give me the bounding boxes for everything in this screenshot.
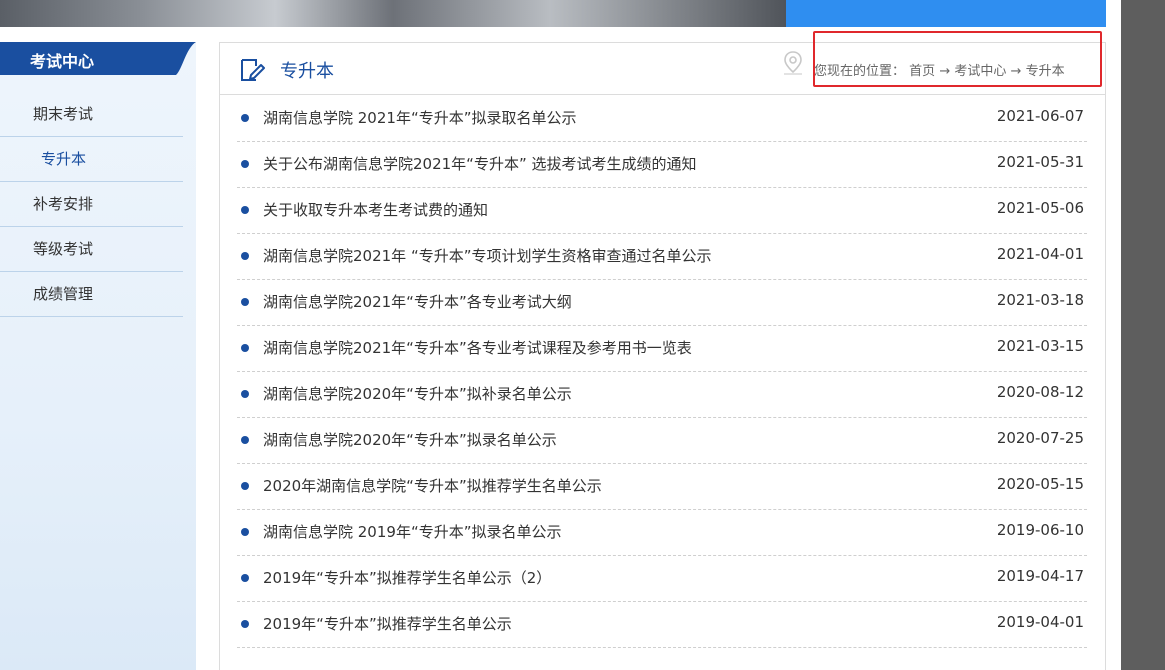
- edit-document-icon: [241, 59, 265, 81]
- page-title: 专升本: [280, 61, 334, 82]
- sidebar-item-upgrade[interactable]: 专升本: [0, 137, 183, 182]
- window-edge: [1121, 0, 1165, 670]
- list-item[interactable]: 关于公布湖南信息学院2021年“专升本” 选拔考试考生成绩的通知 2021-05-…: [237, 142, 1087, 188]
- list-item[interactable]: 湖南信息学院 2019年“专升本”拟录名单公示 2019-06-10: [237, 510, 1087, 556]
- bullet-dot-icon: [241, 206, 249, 214]
- news-title-link[interactable]: 2019年“专升本”拟推荐学生名单公示（2）: [263, 567, 551, 588]
- bullet-dot-icon: [241, 298, 249, 306]
- content-panel: 专升本 您现在的位置： 首页 → 考试中心 → 专升本 湖南信息学院 2021年…: [219, 31, 1106, 670]
- news-title-link[interactable]: 湖南信息学院2020年“专升本”拟录名单公示: [263, 429, 557, 450]
- sidebar-item-makeup-exam[interactable]: 补考安排: [0, 182, 183, 227]
- bullet-dot-icon: [241, 620, 249, 628]
- sidebar-header: 考试中心: [0, 42, 196, 75]
- bullet-dot-icon: [241, 344, 249, 352]
- right-margin: [1106, 0, 1121, 670]
- news-date: 2021-04-01: [996, 245, 1084, 263]
- news-date: 2021-06-07: [996, 107, 1084, 125]
- news-date: 2021-05-06: [996, 199, 1084, 217]
- news-title-link[interactable]: 2020年湖南信息学院“专升本”拟推荐学生名单公示: [263, 475, 602, 496]
- header-banner-blue: [786, 0, 1106, 27]
- news-title-link[interactable]: 湖南信息学院2021年“专升本”各专业考试大纲: [263, 291, 572, 312]
- list-item[interactable]: 湖南信息学院2020年“专升本”拟补录名单公示 2020-08-12: [237, 372, 1087, 418]
- news-date: 2021-05-31: [996, 153, 1084, 171]
- list-item[interactable]: 湖南信息学院2021年“专升本”各专业考试大纲 2021-03-18: [237, 280, 1087, 326]
- bullet-dot-icon: [241, 390, 249, 398]
- news-date: 2019-04-01: [996, 613, 1084, 631]
- bullet-dot-icon: [241, 574, 249, 582]
- list-item[interactable]: 湖南信息学院2021年 “专升本”专项计划学生资格审查通过名单公示 2021-04…: [237, 234, 1087, 280]
- location-pin-icon: [784, 51, 802, 75]
- sidebar-item-level-exam[interactable]: 等级考试: [0, 227, 183, 272]
- sidebar-title: 考试中心: [30, 52, 95, 71]
- sidebar-item-grades[interactable]: 成绩管理: [0, 272, 183, 317]
- news-title-link[interactable]: 2019年“专升本”拟推荐学生名单公示: [263, 613, 512, 634]
- bullet-dot-icon: [241, 252, 249, 260]
- bullet-dot-icon: [241, 436, 249, 444]
- news-date: 2020-05-15: [996, 475, 1084, 493]
- list-item[interactable]: 2020年湖南信息学院“专升本”拟推荐学生名单公示 2020-05-15: [237, 464, 1087, 510]
- news-date: 2019-04-17: [996, 567, 1084, 585]
- list-item[interactable]: 2019年“专升本”拟推荐学生名单公示（2） 2019-04-17: [237, 556, 1087, 602]
- panel-header: 专升本 您现在的位置： 首页 → 考试中心 → 专升本: [220, 31, 1105, 95]
- news-date: 2021-03-18: [996, 291, 1084, 309]
- list-item[interactable]: 2019年“专升本”拟推荐学生名单公示 2019-04-01: [237, 602, 1087, 648]
- list-item[interactable]: 湖南信息学院 2021年“专升本”拟录取名单公示 2021-06-07: [237, 96, 1087, 142]
- header-banner-image: [0, 0, 786, 27]
- bullet-dot-icon: [241, 528, 249, 536]
- news-title-link[interactable]: 湖南信息学院 2019年“专升本”拟录名单公示: [263, 521, 562, 542]
- news-date: 2019-06-10: [996, 521, 1084, 539]
- news-date: 2020-08-12: [996, 383, 1084, 401]
- news-date: 2020-07-25: [996, 429, 1084, 447]
- news-title-link[interactable]: 关于公布湖南信息学院2021年“专升本” 选拔考试考生成绩的通知: [263, 153, 697, 174]
- list-item[interactable]: 湖南信息学院2020年“专升本”拟录名单公示 2020-07-25: [237, 418, 1087, 464]
- sidebar-item-final-exam[interactable]: 期末考试: [0, 92, 183, 137]
- sidebar: 考试中心 期末考试 专升本 补考安排 等级考试 成绩管理: [0, 42, 196, 670]
- news-title-link[interactable]: 关于收取专升本考生考试费的通知: [263, 199, 488, 220]
- sidebar-menu: 期末考试 专升本 补考安排 等级考试 成绩管理: [0, 92, 183, 317]
- bullet-dot-icon: [241, 114, 249, 122]
- news-title-link[interactable]: 湖南信息学院 2021年“专升本”拟录取名单公示: [263, 107, 577, 128]
- news-title-link[interactable]: 湖南信息学院2021年 “专升本”专项计划学生资格审查通过名单公示: [263, 245, 712, 266]
- news-list: 湖南信息学院 2021年“专升本”拟录取名单公示 2021-06-07 关于公布湖…: [237, 96, 1087, 648]
- bullet-dot-icon: [241, 160, 249, 168]
- news-title-link[interactable]: 湖南信息学院2020年“专升本”拟补录名单公示: [263, 383, 572, 404]
- news-title-link[interactable]: 湖南信息学院2021年“专升本”各专业考试课程及参考用书一览表: [263, 337, 692, 358]
- news-date: 2021-03-15: [996, 337, 1084, 355]
- list-item[interactable]: 湖南信息学院2021年“专升本”各专业考试课程及参考用书一览表 2021-03-1…: [237, 326, 1087, 372]
- bullet-dot-icon: [241, 482, 249, 490]
- list-item[interactable]: 关于收取专升本考生考试费的通知 2021-05-06: [237, 188, 1087, 234]
- highlight-annotation-box: [813, 31, 1102, 87]
